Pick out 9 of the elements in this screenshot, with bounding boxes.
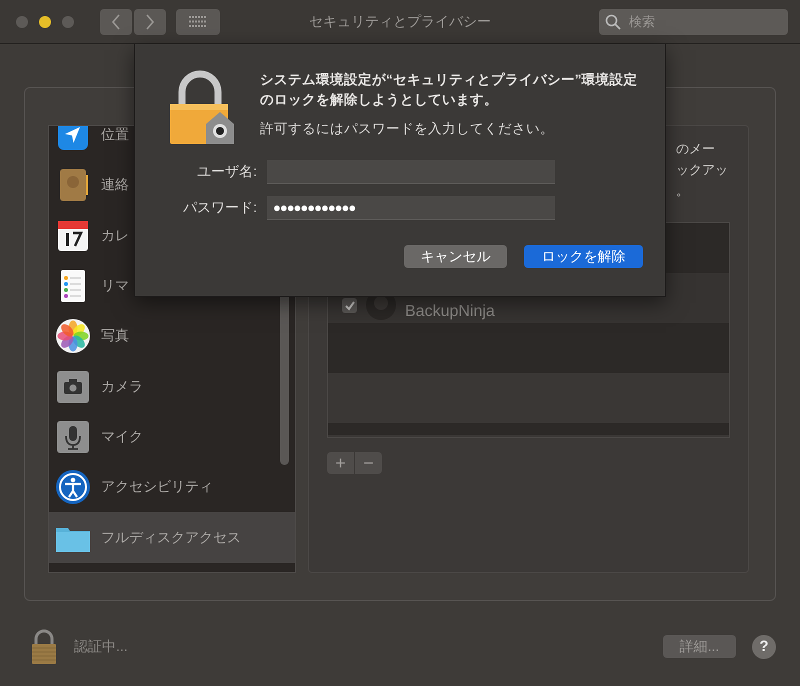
description-text: 。: [676, 182, 690, 200]
dialog-message: 許可するにはパスワードを入力してください。: [260, 120, 555, 138]
window-title: セキュリティとプライバシー: [309, 12, 491, 30]
dialog-heading: システム環境設定が“セキュリティとプライバシー”環境設定のロックを解除しようとしています。: [260, 71, 638, 109]
description-text: のメー: [676, 140, 716, 158]
field-label: ユーザ名:: [196, 163, 257, 181]
status-text: 認証中...: [74, 638, 128, 656]
description-text: ックアッ: [676, 161, 729, 179]
field-label: パスワード:: [182, 199, 257, 217]
